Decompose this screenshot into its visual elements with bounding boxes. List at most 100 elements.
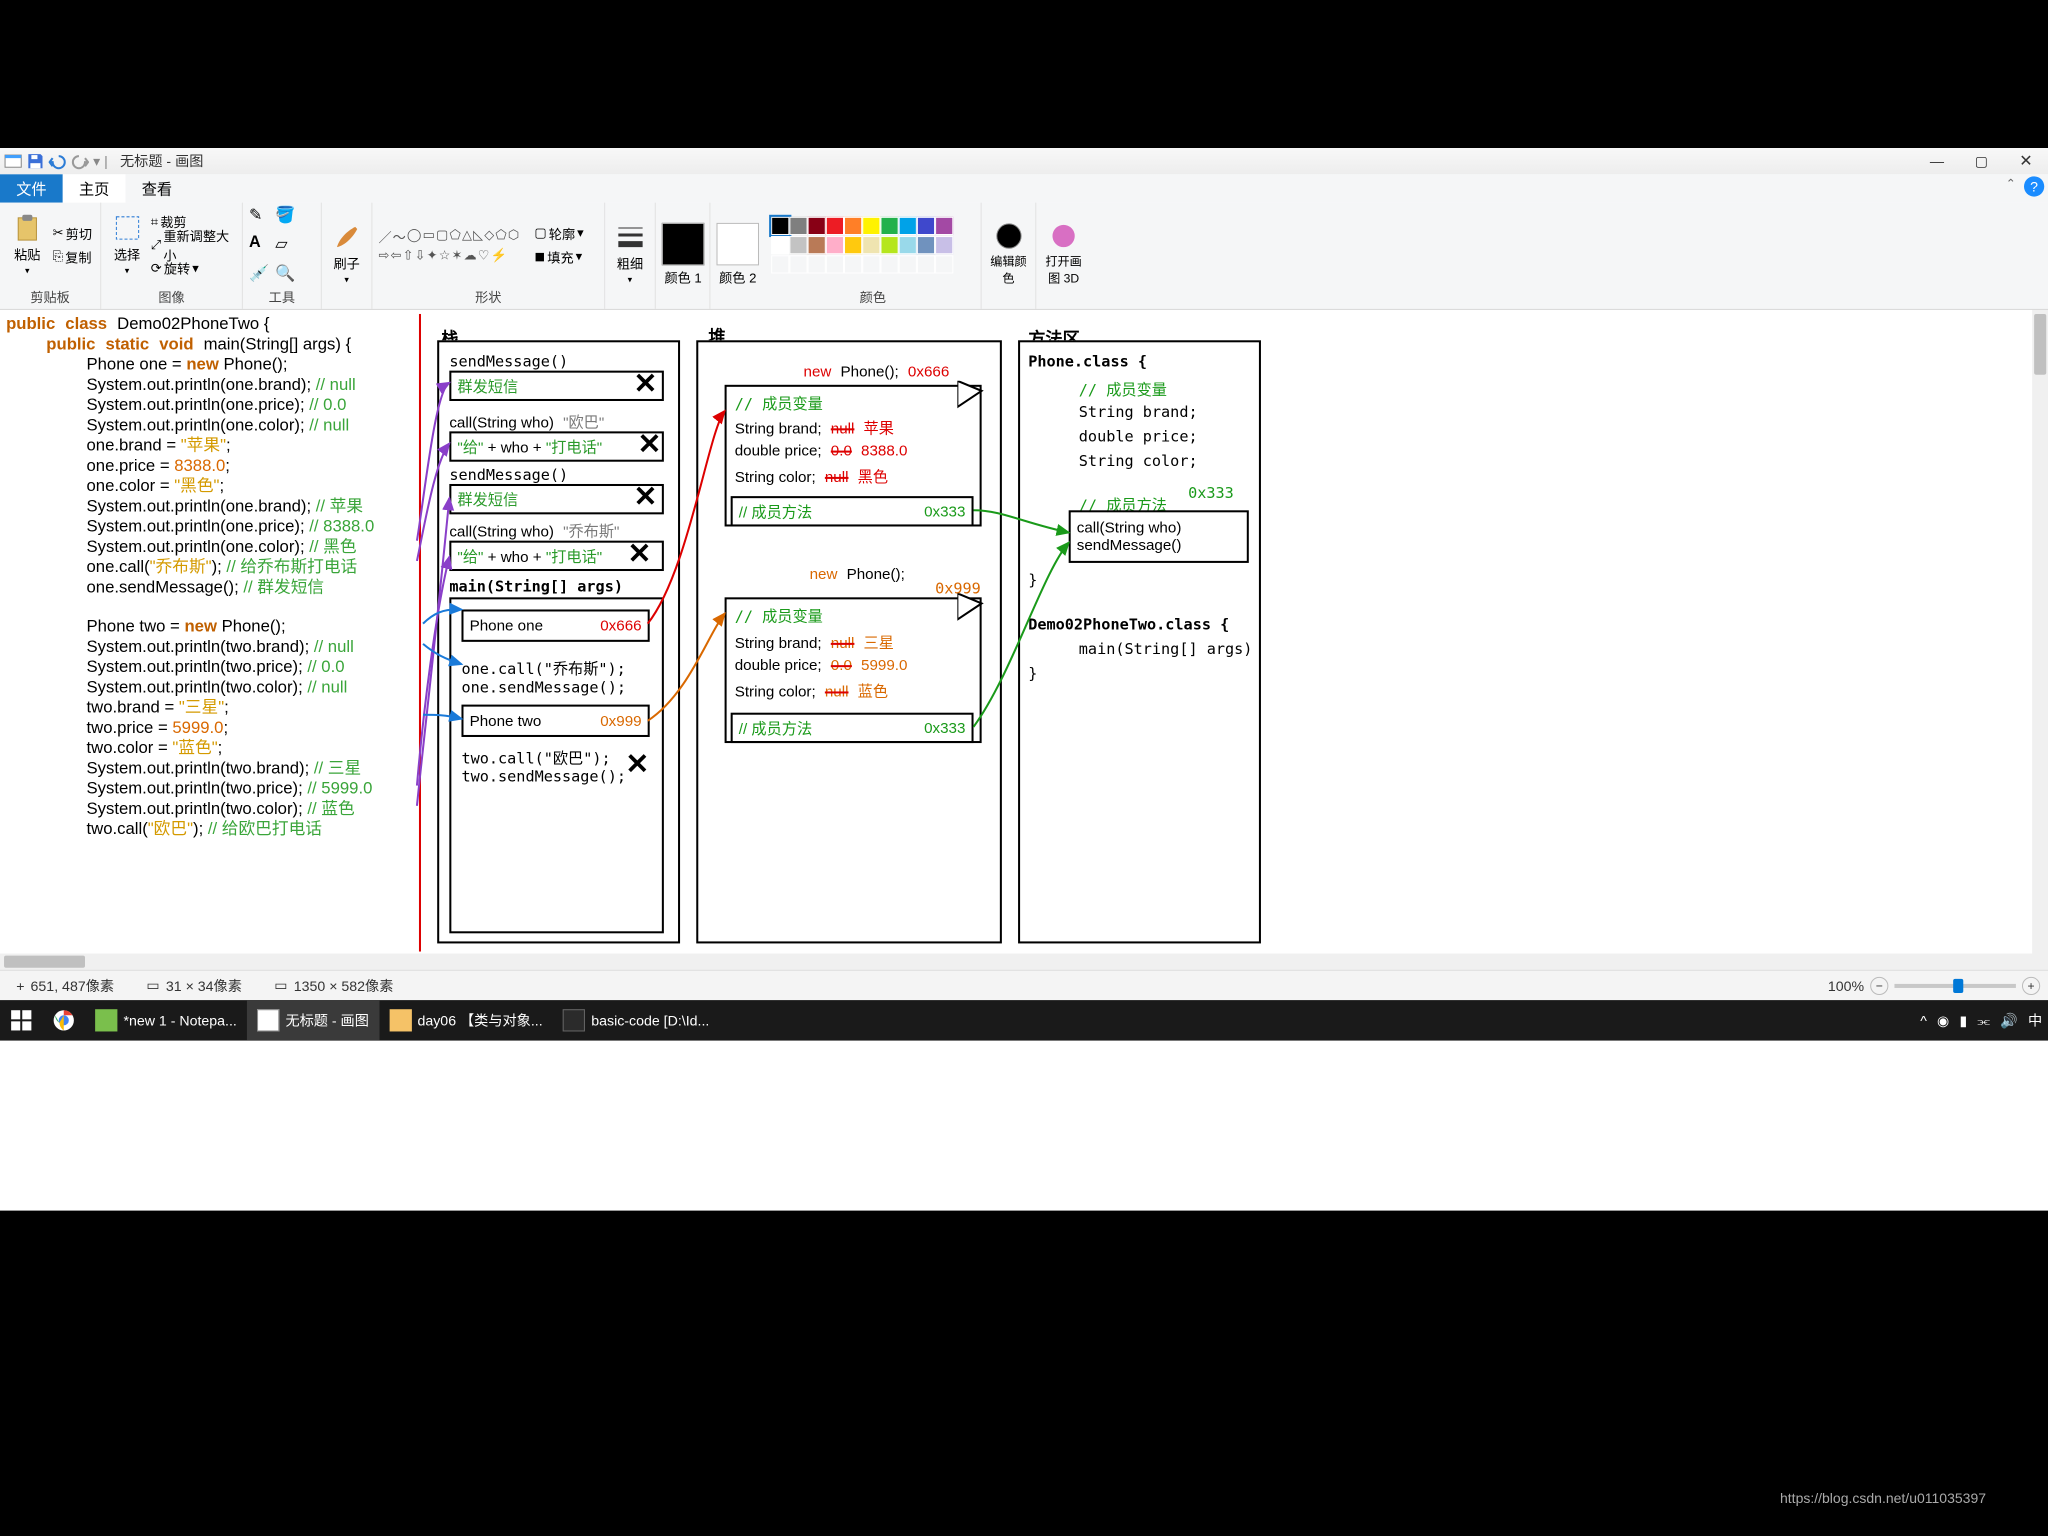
system-tray[interactable]: ^ ◉ ▮ ⫘ 🔊 中 xyxy=(1920,1010,2042,1030)
chrome-button[interactable] xyxy=(43,1000,86,1040)
vertical-scrollbar[interactable] xyxy=(2032,310,2048,954)
code-block: public class Demo02PhoneTwo { public sta… xyxy=(6,314,374,839)
zoom-slider[interactable] xyxy=(1894,983,2015,987)
group-colors-label: 颜色 xyxy=(771,287,974,309)
oval-icon[interactable]: ◯ xyxy=(407,226,422,245)
arrowd-icon[interactable]: ⇩ xyxy=(415,247,426,263)
zoom-out-button[interactable]: − xyxy=(1870,976,1888,994)
xmark-icon: ✕ xyxy=(634,367,658,400)
rtriangle-icon[interactable]: ◺ xyxy=(473,226,483,245)
canvas[interactable]: public class Demo02PhoneTwo { public sta… xyxy=(0,310,2032,954)
hexagon-icon[interactable]: ⬡ xyxy=(508,226,519,245)
color1-button[interactable]: 颜色 1 xyxy=(662,222,705,286)
taskbar-idea[interactable]: basic-code [D:\Id... xyxy=(553,1000,720,1040)
pencil-icon[interactable]: ✎ xyxy=(249,204,271,226)
eraser-icon[interactable]: ▱ xyxy=(275,234,297,256)
tab-file[interactable]: 文件 xyxy=(0,174,63,202)
color-palette[interactable] xyxy=(771,216,953,273)
diamond-icon[interactable]: ◇ xyxy=(484,226,494,245)
color-wheel-icon xyxy=(994,222,1022,250)
zoom-in-button[interactable]: + xyxy=(2022,976,2040,994)
taskbar-paint[interactable]: 无标题 - 画图 xyxy=(247,1000,379,1040)
paste-button[interactable]: 粘贴 ▾ xyxy=(6,213,49,276)
vertical-divider xyxy=(419,314,421,952)
start-button[interactable] xyxy=(0,1000,43,1040)
scissors-icon: ✂ xyxy=(53,225,64,241)
pentagon-icon[interactable]: ⬠ xyxy=(495,226,506,245)
cursor-position: 651, 487像素 xyxy=(31,975,114,995)
thickness-icon xyxy=(616,223,644,251)
ribbon: 粘贴 ▾ ✂剪切 ⎘复制 剪贴板 选择 ▾ ⌗裁剪 ⤢重新 xyxy=(0,203,2048,310)
star5-icon[interactable]: ☆ xyxy=(439,247,451,263)
star4-icon[interactable]: ✦ xyxy=(427,247,438,263)
selection-size: 31 × 34像素 xyxy=(166,975,242,995)
outline-icon: ▢ xyxy=(534,225,546,241)
taskbar-explorer[interactable]: day06 【类与对象... xyxy=(379,1000,553,1040)
heart-icon[interactable]: ♡ xyxy=(478,247,490,263)
copy-icon: ⎘ xyxy=(53,248,64,264)
arrowu-icon[interactable]: ⇧ xyxy=(403,247,414,263)
fill-icon: ◼ xyxy=(534,248,545,264)
polygon-icon[interactable]: ⬠ xyxy=(450,226,461,245)
paint3d-icon xyxy=(1049,222,1077,250)
minimize-button[interactable]: — xyxy=(1915,148,1960,174)
close-button[interactable]: ✕ xyxy=(2004,148,2048,174)
wifi-icon[interactable]: ⫘ xyxy=(1977,1012,1990,1029)
ribbon-tabs: 文件 主页 查看 ⌃ ? xyxy=(0,174,2048,202)
horizontal-scrollbar[interactable] xyxy=(0,954,2048,970)
app-logo-icon xyxy=(4,152,22,170)
arrowr-icon[interactable]: ⇨ xyxy=(378,247,389,263)
fill-button[interactable]: ◼填充 ▾ xyxy=(534,245,583,267)
line-icon[interactable]: ／ xyxy=(378,226,391,245)
star6-icon[interactable]: ✶ xyxy=(452,247,463,263)
eyedropper-icon[interactable]: 💉 xyxy=(249,263,271,285)
windows-icon xyxy=(10,1009,32,1031)
rect-icon[interactable]: ▭ xyxy=(423,226,435,245)
outline-button[interactable]: ▢轮廓 ▾ xyxy=(534,222,583,244)
volume-icon[interactable]: 🔊 xyxy=(2000,1012,2018,1029)
tray-up-icon[interactable]: ^ xyxy=(1920,1012,1927,1028)
tab-view[interactable]: 查看 xyxy=(126,174,189,202)
resize-button[interactable]: ⤢重新调整大小 xyxy=(151,234,236,256)
taskbar: *new 1 - Notepa... 无标题 - 画图 day06 【类与对象.… xyxy=(0,1000,2048,1040)
magnify-icon[interactable]: 🔍 xyxy=(275,263,297,285)
network-icon[interactable]: ◉ xyxy=(1937,1012,1949,1029)
rotate-button[interactable]: ⟳旋转 ▾ xyxy=(151,257,236,279)
select-button[interactable]: 选择 ▾ xyxy=(107,213,146,276)
brush-button[interactable]: 刷子 ▾ xyxy=(328,223,365,286)
edit-colors-button[interactable]: 编辑颜色 xyxy=(988,222,1029,287)
bucket-icon[interactable]: 🪣 xyxy=(275,204,297,226)
taskbar-notepad[interactable]: *new 1 - Notepa... xyxy=(85,1000,247,1040)
curve-icon[interactable]: 〜 xyxy=(393,226,406,245)
color2-button[interactable]: 颜色 2 xyxy=(716,222,759,286)
collapse-ribbon-icon[interactable]: ⌃ xyxy=(2006,176,2016,196)
tab-home[interactable]: 主页 xyxy=(63,174,126,202)
resize-icon: ⤢ xyxy=(151,237,162,253)
intellij-icon xyxy=(563,1009,585,1031)
thickness-button[interactable]: 粗细 ▾ xyxy=(611,223,648,286)
callout-icon[interactable]: ☁ xyxy=(464,247,477,263)
roundrect-icon[interactable]: ▢ xyxy=(436,226,448,245)
triangle-icon[interactable]: △ xyxy=(462,226,472,245)
battery-icon[interactable]: ▮ xyxy=(1959,1012,1967,1029)
redo-icon[interactable] xyxy=(71,152,89,170)
maximize-button[interactable]: ▢ xyxy=(1959,148,2004,174)
cut-button[interactable]: ✂剪切 xyxy=(53,222,92,244)
paint3d-button[interactable]: 打开画图 3D xyxy=(1042,222,1085,287)
group-clipboard-label: 剪贴板 xyxy=(6,287,94,309)
ime-indicator[interactable]: 中 xyxy=(2028,1010,2042,1030)
arrowl-icon[interactable]: ⇦ xyxy=(391,247,402,263)
title-bar: ▾ | 无标题 - 画图 — ▢ ✕ xyxy=(0,148,2048,174)
group-shapes-label: 形状 xyxy=(378,287,598,309)
save-icon[interactable] xyxy=(26,152,44,170)
chrome-icon xyxy=(53,1009,75,1031)
shapes-gallery[interactable]: ／〜◯▭▢⬠△◺ ◇⬠⬡⇨⇦⇧⇩ ✦☆✶☁♡⚡ xyxy=(378,226,530,262)
text-icon[interactable]: A xyxy=(249,234,271,256)
undo-icon[interactable] xyxy=(49,152,67,170)
copy-button[interactable]: ⎘复制 xyxy=(53,245,92,267)
notepadpp-icon xyxy=(95,1009,117,1031)
help-icon[interactable]: ? xyxy=(2024,176,2044,196)
canvas-size: 1350 × 582像素 xyxy=(294,975,394,995)
xmark-icon: ✕ xyxy=(634,480,658,513)
bolt-icon[interactable]: ⚡ xyxy=(491,247,507,263)
